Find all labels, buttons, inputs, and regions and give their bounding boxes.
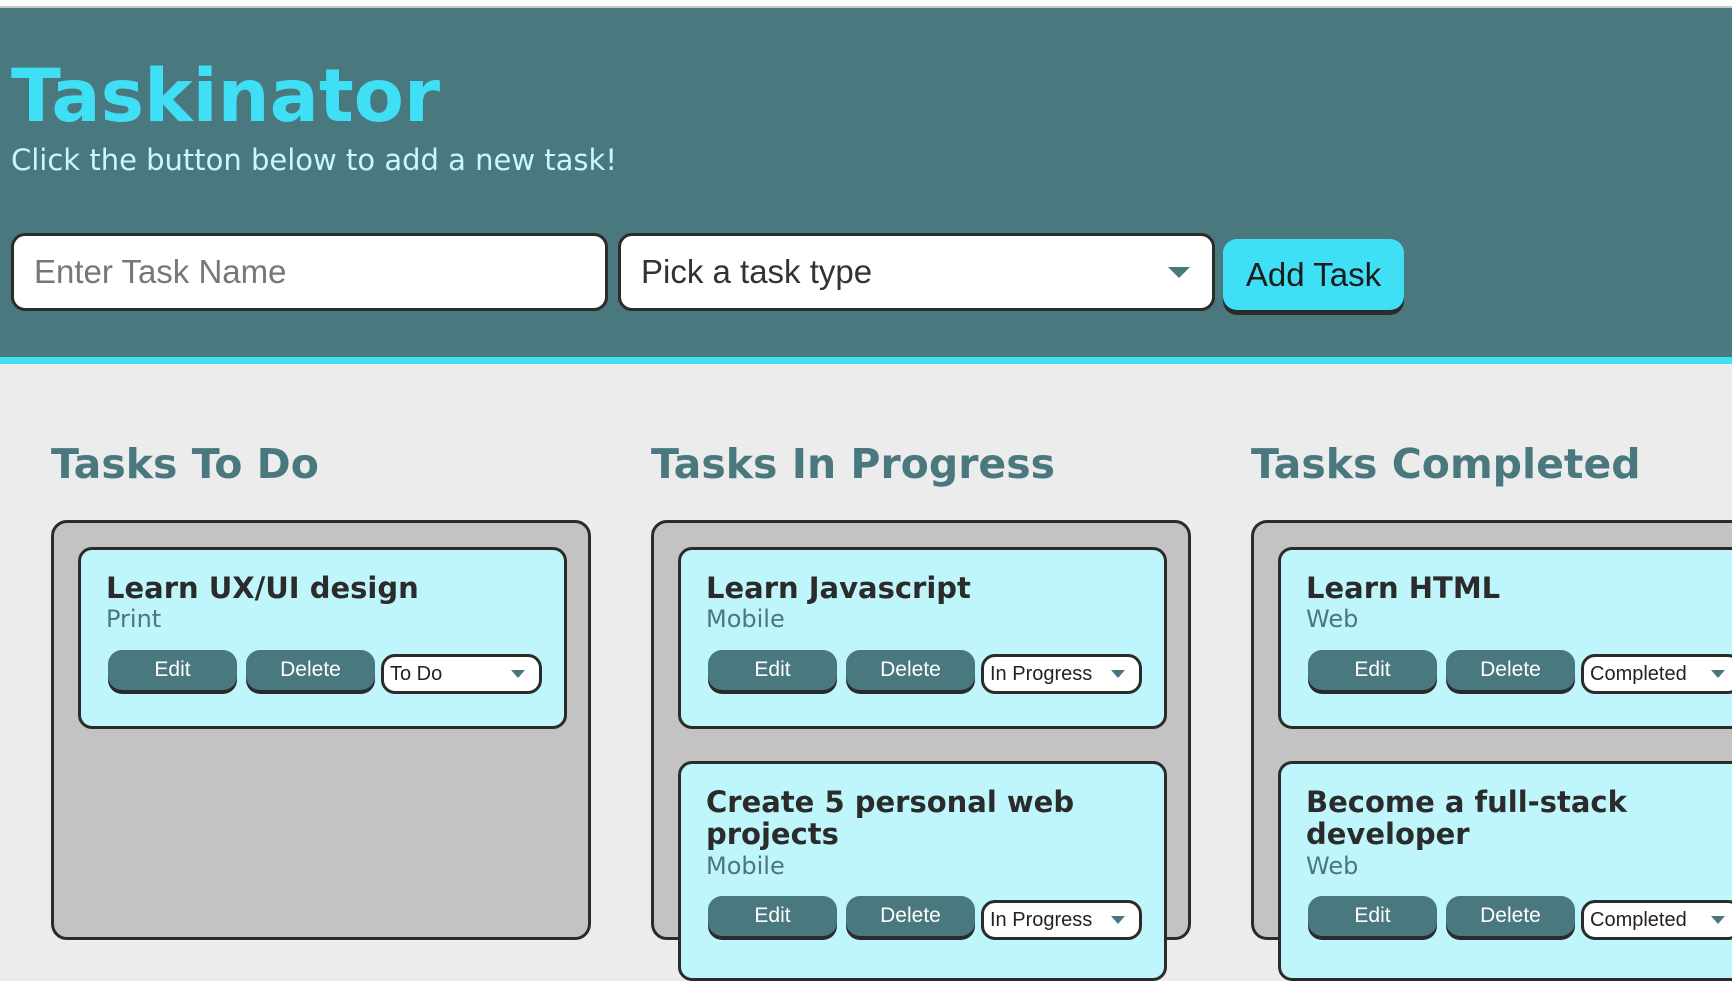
- edit-button[interactable]: Edit: [708, 896, 837, 936]
- chevron-down-icon: [1711, 916, 1725, 924]
- task-type-select[interactable]: Pick a task type: [618, 233, 1215, 311]
- task-name-input[interactable]: [11, 233, 608, 311]
- task-name: Learn HTML: [1306, 571, 1501, 605]
- delete-button[interactable]: Delete: [1446, 896, 1575, 936]
- task-actions: Edit Delete To Do: [108, 650, 568, 694]
- status-select[interactable]: Completed: [1581, 654, 1732, 694]
- task-name: Learn Javascript: [706, 571, 971, 605]
- status-select-value: Completed: [1590, 662, 1687, 685]
- chevron-down-icon: [1168, 267, 1190, 278]
- chevron-down-icon: [1111, 916, 1125, 924]
- column-title-completed: Tasks Completed: [1251, 440, 1641, 488]
- task-name: Become a full-stack developer: [1306, 785, 1627, 852]
- chevron-down-icon: [1711, 670, 1725, 678]
- status-select[interactable]: To Do: [381, 654, 542, 694]
- column-title-to-do: Tasks To Do: [51, 440, 319, 488]
- task-card: Learn UX/UI design Print Edit Delete To …: [78, 547, 567, 729]
- add-task-button[interactable]: Add Task: [1223, 239, 1404, 310]
- app-title: Taskinator: [11, 54, 440, 139]
- app-subtitle: Click the button below to add a new task…: [11, 143, 617, 177]
- status-select[interactable]: In Progress: [981, 900, 1142, 940]
- status-select-value: To Do: [390, 662, 443, 685]
- task-type: Print: [106, 605, 162, 634]
- edit-button[interactable]: Edit: [1308, 896, 1437, 936]
- status-select-value: In Progress: [990, 662, 1093, 685]
- task-actions: Edit Delete In Progress: [708, 650, 1168, 694]
- task-type-select-value: Pick a task type: [641, 253, 873, 290]
- task-list-to-do: Learn UX/UI design Print Edit Delete To …: [51, 520, 591, 940]
- task-type: Mobile: [706, 605, 785, 634]
- delete-button[interactable]: Delete: [846, 650, 975, 690]
- task-type: Web: [1306, 851, 1359, 880]
- edit-button[interactable]: Edit: [708, 650, 837, 690]
- edit-button[interactable]: Edit: [1308, 650, 1437, 690]
- chevron-down-icon: [511, 670, 525, 678]
- task-type: Mobile: [706, 851, 785, 880]
- task-card: Learn HTML Web Edit Delete Completed: [1278, 547, 1732, 729]
- browser-top-edge: [0, 0, 1732, 8]
- status-select[interactable]: In Progress: [981, 654, 1142, 694]
- edit-button[interactable]: Edit: [108, 650, 237, 690]
- page-header: Taskinator Click the button below to add…: [0, 8, 1732, 364]
- task-actions: Edit Delete Completed: [1308, 896, 1732, 946]
- column-title-in-progress: Tasks In Progress: [651, 440, 1056, 488]
- task-name: Create 5 personal web projects: [706, 785, 1075, 852]
- task-actions: Edit Delete In Progress: [708, 896, 1168, 940]
- status-select[interactable]: Completed: [1581, 900, 1732, 940]
- task-list-completed: Learn HTML Web Edit Delete Completed Bec…: [1251, 520, 1732, 981]
- delete-button[interactable]: Delete: [1446, 650, 1575, 690]
- task-type: Web: [1306, 605, 1359, 634]
- task-name: Learn UX/UI design: [106, 571, 419, 605]
- chevron-down-icon: [1111, 670, 1125, 678]
- task-card: Become a full-stack developer Web Edit D…: [1278, 761, 1732, 981]
- task-list-in-progress: Learn Javascript Mobile Edit Delete In P…: [651, 520, 1191, 981]
- delete-button[interactable]: Delete: [846, 896, 975, 936]
- task-actions: Edit Delete Completed: [1308, 650, 1732, 700]
- task-card: Create 5 personal web projects Mobile Ed…: [678, 761, 1167, 981]
- task-card: Learn Javascript Mobile Edit Delete In P…: [678, 547, 1167, 729]
- delete-button[interactable]: Delete: [246, 650, 375, 690]
